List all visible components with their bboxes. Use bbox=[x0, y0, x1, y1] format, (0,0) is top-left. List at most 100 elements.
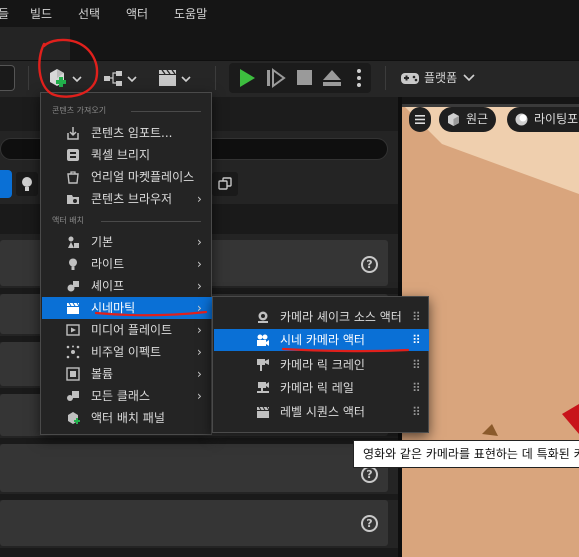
drag-handle-icon[interactable]: ⠿ bbox=[412, 377, 421, 399]
menu-item-help[interactable]: 도움말 bbox=[174, 5, 207, 22]
chevron-right-icon: › bbox=[197, 279, 202, 293]
help-icon[interactable]: ? bbox=[361, 256, 378, 273]
menu-item-quixel-bridge[interactable]: 퀵셀 브리지 bbox=[42, 144, 212, 166]
submenu-item-label: 카메라 릭 레일 bbox=[280, 381, 354, 395]
lighting-mode-button[interactable]: 라이팅포 bbox=[507, 107, 579, 132]
menu-item-all-classes[interactable]: 모든 클래스 › bbox=[42, 385, 212, 407]
chevron-right-icon: › bbox=[197, 192, 202, 206]
basic-actor-icon bbox=[68, 236, 79, 248]
menu-item-build[interactable]: 빌드 bbox=[30, 5, 52, 22]
menu-item-shapes[interactable]: 셰이프 › bbox=[42, 275, 212, 297]
row-separator bbox=[0, 548, 400, 557]
menu-item-tools[interactable]: 들 bbox=[0, 5, 9, 22]
menu-bar: 들 빌드 선택 액터 도움말 bbox=[0, 0, 579, 27]
add-actor-button[interactable] bbox=[44, 66, 86, 90]
help-icon[interactable]: ? bbox=[361, 466, 378, 483]
drag-handle-icon[interactable]: ⠿ bbox=[412, 401, 421, 423]
drag-handle-icon[interactable]: ⠿ bbox=[412, 306, 421, 328]
step-icon bbox=[267, 68, 286, 88]
volume-icon bbox=[66, 367, 80, 381]
level-sequence-icon bbox=[257, 406, 270, 418]
chevron-right-icon: › bbox=[197, 301, 202, 315]
level-tab[interactable] bbox=[0, 27, 70, 62]
blueprint-button[interactable] bbox=[103, 66, 145, 90]
add-actor-menu: 콘텐츠 가져오기 콘텐츠 임포트... 퀵셀 브리지 언리얼 마켓플레이스 콘텐… bbox=[40, 92, 212, 435]
category-button-all[interactable] bbox=[212, 172, 238, 196]
play-button[interactable] bbox=[236, 67, 258, 89]
chevron-right-icon: › bbox=[197, 389, 202, 403]
camera-crane-icon bbox=[257, 359, 269, 371]
menu-item-place-actors-panel[interactable]: 액터 배치 패널 bbox=[42, 407, 212, 429]
all-classes-icon bbox=[67, 391, 79, 401]
submenu-item-cine-camera[interactable]: 시네 카메라 액터 ⠿ bbox=[214, 329, 429, 351]
menu-item-label: 셰이프 bbox=[91, 279, 125, 293]
platforms-button[interactable]: 플랫폼 bbox=[400, 66, 480, 90]
menu-item-import-content[interactable]: 콘텐츠 임포트... bbox=[42, 122, 212, 144]
stop-button[interactable] bbox=[294, 67, 316, 89]
menu-item-basic[interactable]: 기본 › bbox=[42, 231, 212, 253]
visual-effects-icon bbox=[66, 345, 80, 359]
menu-item-visual-effects[interactable]: 비주얼 이펙트 › bbox=[42, 341, 212, 363]
chevron-right-icon: › bbox=[197, 323, 202, 337]
menu-item-marketplace[interactable]: 언리얼 마켓플레이스 bbox=[42, 166, 212, 188]
light-icon bbox=[69, 258, 77, 270]
section-divider bbox=[101, 221, 201, 222]
menu-item-volumes[interactable]: 볼륨 › bbox=[42, 363, 212, 385]
eject-button[interactable] bbox=[321, 67, 343, 89]
mode-selector[interactable] bbox=[0, 65, 15, 91]
menu-item-label: 콘텐츠 임포트... bbox=[91, 126, 173, 140]
details-row[interactable] bbox=[0, 500, 388, 546]
drag-handle-icon[interactable]: ⠿ bbox=[412, 354, 421, 376]
menu-item-label: 비주얼 이펙트 bbox=[91, 345, 162, 359]
cube-plus-icon bbox=[50, 69, 82, 87]
menu-item-select[interactable]: 선택 bbox=[78, 5, 100, 22]
play-icon bbox=[240, 69, 255, 87]
play-options-button[interactable] bbox=[353, 66, 365, 90]
cinematic-icon bbox=[67, 302, 80, 314]
cinematics-button[interactable] bbox=[157, 66, 199, 90]
submenu-item-camera-shake-source[interactable]: 카메라 셰이크 소스 액터 ⠿ bbox=[214, 306, 429, 328]
cinematic-submenu: 카메라 셰이크 소스 액터 ⠿ 시네 카메라 액터 ⠿ 카메라 릭 크레인 ⠿ … bbox=[212, 296, 429, 433]
submenu-item-level-sequence[interactable]: 레벨 시퀀스 액터 ⠿ bbox=[214, 401, 429, 423]
perspective-button[interactable]: 원근 bbox=[439, 107, 496, 132]
cube-icon bbox=[448, 113, 459, 126]
submenu-item-label: 카메라 릭 크레인 bbox=[280, 358, 365, 372]
advance-frame-button[interactable] bbox=[265, 67, 287, 89]
menu-item-label: 퀵셀 브리지 bbox=[91, 148, 151, 162]
stack-icon bbox=[218, 177, 232, 190]
chevron-right-icon: › bbox=[197, 235, 202, 249]
section-header-place-actor: 액터 배치 bbox=[52, 216, 84, 225]
submenu-item-camera-rig-rail[interactable]: 카메라 릭 레일 ⠿ bbox=[214, 377, 429, 399]
bulb-icon bbox=[22, 177, 32, 191]
submenu-item-label: 레벨 시퀀스 액터 bbox=[280, 405, 365, 419]
menu-item-lights[interactable]: 라이트 › bbox=[42, 253, 212, 275]
help-icon[interactable]: ? bbox=[361, 515, 378, 532]
menu-item-cinematic[interactable]: 시네마틱 › bbox=[42, 297, 212, 319]
viewport-menu-button[interactable] bbox=[409, 107, 431, 132]
camera-shake-icon bbox=[258, 311, 268, 323]
category-button-selected[interactable] bbox=[0, 170, 12, 198]
toolbar-separator bbox=[215, 66, 216, 90]
details-row[interactable] bbox=[0, 444, 388, 492]
media-plate-icon bbox=[66, 324, 80, 336]
platforms-label: 플랫폼 bbox=[424, 71, 458, 85]
drag-handle-icon[interactable]: ⠿ bbox=[412, 329, 421, 351]
gamepad-icon bbox=[401, 73, 419, 84]
submenu-item-camera-rig-crane[interactable]: 카메라 릭 크레인 ⠿ bbox=[214, 354, 429, 376]
menu-item-label: 미디어 플레이트 bbox=[91, 323, 173, 337]
clapperboard-icon bbox=[159, 69, 191, 86]
content-browser-icon bbox=[67, 195, 79, 204]
section-divider bbox=[131, 111, 201, 112]
tab-strip bbox=[0, 27, 579, 62]
kebab-menu-icon bbox=[357, 69, 361, 87]
menu-item-content-browser[interactable]: 콘텐츠 브라우저 › bbox=[42, 188, 212, 210]
marketplace-icon bbox=[67, 171, 79, 184]
menu-item-label: 시네마틱 bbox=[91, 301, 136, 315]
lighting-label: 라이팅포 bbox=[534, 112, 579, 126]
eject-icon bbox=[323, 70, 341, 86]
category-button-lights[interactable] bbox=[16, 172, 38, 196]
bridge-icon bbox=[67, 149, 79, 161]
menu-item-media-plate[interactable]: 미디어 플레이트 › bbox=[42, 319, 212, 341]
blueprint-icon bbox=[104, 71, 137, 86]
menu-item-actor[interactable]: 액터 bbox=[126, 5, 148, 22]
